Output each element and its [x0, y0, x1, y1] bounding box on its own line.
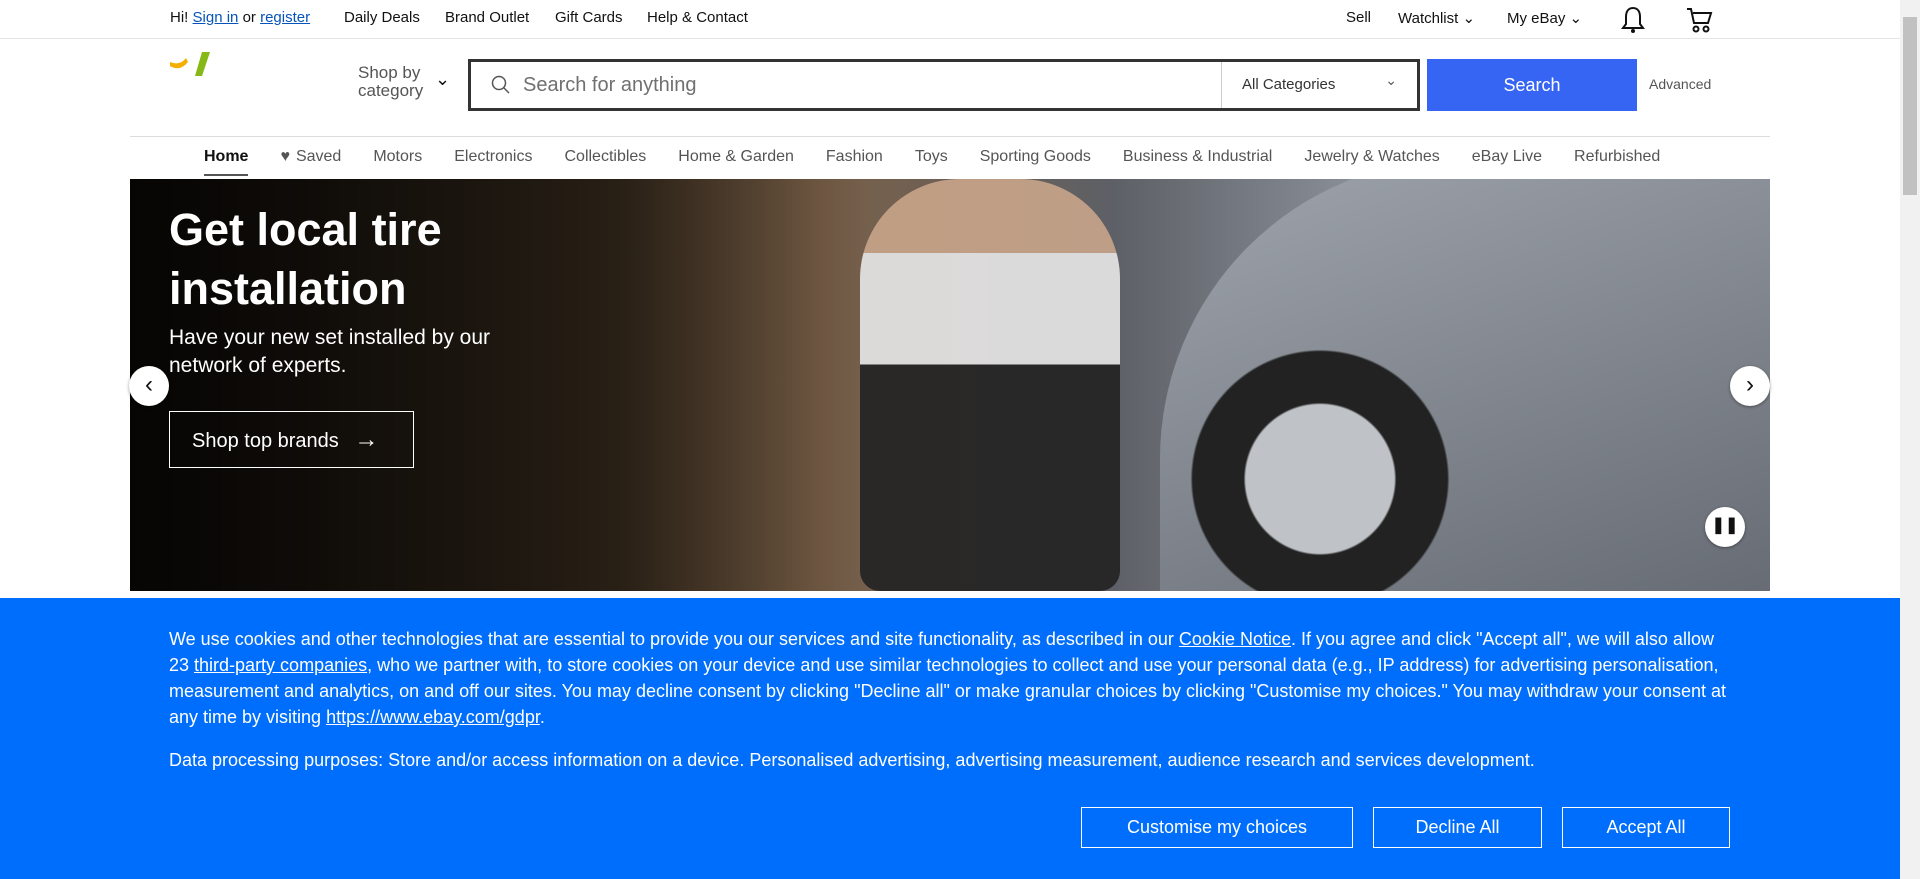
chevron-down-icon: ⌄: [1569, 10, 1583, 27]
nav-refurbished[interactable]: Refurbished: [1574, 148, 1660, 176]
nav-divider: [130, 136, 1770, 137]
greeting: Hi! Sign in or register: [170, 9, 310, 26]
heart-icon: ♥: [280, 148, 290, 165]
hero-subtitle: Have your new set installed by our netwo…: [169, 326, 490, 377]
shop-by-category-button[interactable]: Shop by category ⌄: [358, 63, 450, 100]
my-ebay-label: My eBay: [1507, 10, 1566, 27]
nav-electronics[interactable]: Electronics: [454, 148, 532, 176]
hero-title: Get local tire installation: [169, 204, 442, 314]
third-party-companies-link[interactable]: third-party companies: [194, 655, 367, 675]
search-icon: [491, 75, 510, 94]
search-button[interactable]: Search: [1427, 59, 1637, 111]
my-ebay-menu[interactable]: My eBay ⌄: [1507, 9, 1582, 27]
category-label: category: [358, 81, 424, 100]
pause-icon: ❚❚: [1711, 517, 1739, 534]
bell-icon[interactable]: [1620, 6, 1646, 34]
chevron-down-icon: ⌄: [1385, 72, 1397, 88]
accept-all-button[interactable]: Accept All: [1562, 807, 1730, 848]
shop-by-label: Shop by: [358, 63, 421, 82]
or-text: or: [242, 9, 256, 26]
nav-business-industrial[interactable]: Business & Industrial: [1123, 148, 1272, 176]
nav-toys[interactable]: Toys: [915, 148, 948, 176]
search-input[interactable]: Search for anything All Categories ⌄: [468, 59, 1420, 111]
cookie-notice-link[interactable]: Cookie Notice: [1179, 629, 1291, 649]
category-value: All Categories: [1242, 76, 1336, 93]
nav-motors[interactable]: Motors: [373, 148, 422, 176]
hero-image-mechanic: [860, 179, 1120, 591]
brand-outlet-link[interactable]: Brand Outlet: [445, 9, 529, 26]
watchlist-menu[interactable]: Watchlist ⌄: [1398, 9, 1475, 27]
carousel-next-button[interactable]: ›: [1730, 366, 1770, 406]
data-processing-text: Data processing purposes: Store and/or a…: [169, 750, 1535, 770]
nav-home-garden[interactable]: Home & Garden: [678, 148, 794, 176]
advanced-search-link[interactable]: Advanced: [1649, 76, 1711, 92]
category-select[interactable]: All Categories ⌄: [1221, 62, 1417, 108]
nav-saved[interactable]: ♥ Saved: [280, 148, 341, 176]
watchlist-label: Watchlist: [1398, 10, 1459, 27]
shop-top-brands-label: Shop top brands: [192, 430, 339, 452]
nav-fashion[interactable]: Fashion: [826, 148, 883, 176]
arrow-right-icon: →: [354, 426, 379, 453]
daily-deals-link[interactable]: Daily Deals: [344, 9, 420, 26]
sell-link[interactable]: Sell: [1346, 9, 1371, 26]
category-nav: Home ♥ Saved Motors Electronics Collectib…: [204, 148, 1692, 176]
nav-saved-label: Saved: [295, 148, 342, 165]
customise-choices-button[interactable]: Customise my choices: [1081, 807, 1353, 848]
cookie-text: We use cookies and other technologies th…: [169, 626, 1729, 730]
sign-in-link[interactable]: Sign in: [193, 9, 239, 26]
nav-jewelry-watches[interactable]: Jewelry & Watches: [1304, 148, 1439, 176]
nav-sporting-goods[interactable]: Sporting Goods: [980, 148, 1091, 176]
chevron-left-icon: ‹: [145, 371, 153, 398]
register-link[interactable]: register: [260, 9, 310, 26]
chevron-down-icon: ⌄: [435, 69, 451, 89]
search-placeholder: Search for anything: [523, 74, 697, 96]
gift-cards-link[interactable]: Gift Cards: [555, 9, 623, 26]
cart-icon[interactable]: [1685, 6, 1713, 34]
nav-ebay-live[interactable]: eBay Live: [1472, 148, 1542, 176]
nav-collectibles[interactable]: Collectibles: [564, 148, 646, 176]
shop-top-brands-button[interactable]: Shop top brands →: [169, 411, 414, 468]
cookie-banner: We use cookies and other technologies th…: [0, 598, 1900, 879]
carousel-prev-button[interactable]: ‹: [129, 366, 169, 406]
cookie-text-part: We use cookies and other technologies th…: [169, 629, 1179, 649]
help-contact-link[interactable]: Help & Contact: [647, 9, 748, 26]
carousel-pause-button[interactable]: ❚❚: [1705, 507, 1745, 547]
scrollbar-thumb[interactable]: [1903, 17, 1917, 195]
ebay-logo[interactable]: [170, 52, 222, 76]
cookie-text-part: .: [539, 707, 545, 727]
gdpr-link[interactable]: https://www.ebay.com/gdpr: [326, 707, 540, 727]
nav-home[interactable]: Home: [204, 148, 249, 176]
decline-all-button[interactable]: Decline All: [1373, 807, 1542, 848]
chevron-down-icon: ⌄: [1462, 10, 1476, 27]
chevron-right-icon: ›: [1746, 371, 1754, 398]
hi-text: Hi!: [170, 9, 189, 26]
header-divider: [0, 38, 1900, 39]
